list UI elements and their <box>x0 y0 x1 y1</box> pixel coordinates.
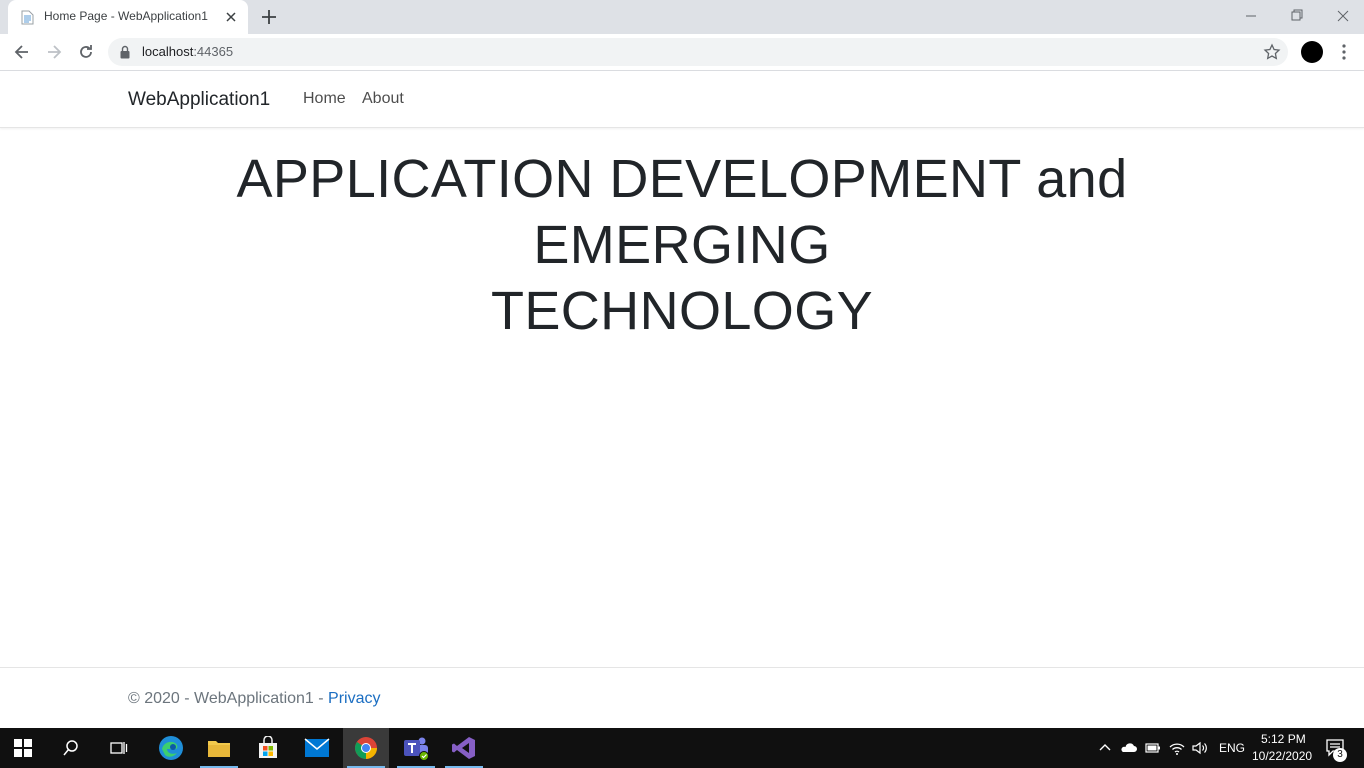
menu-icon[interactable] <box>1337 43 1351 61</box>
start-icon <box>14 739 32 757</box>
back-icon[interactable] <box>12 42 32 62</box>
url-port: :44365 <box>193 44 234 59</box>
footer-text: © 2020 - WebApplication1 - Privacy <box>128 690 381 708</box>
nav-home-link[interactable]: Home <box>303 90 346 108</box>
forward-icon[interactable] <box>44 42 64 62</box>
chevron-up-icon[interactable] <box>1096 739 1114 757</box>
edge-taskbar-item[interactable] <box>148 728 194 768</box>
visual-studio-taskbar-item[interactable] <box>441 728 487 768</box>
search-button[interactable] <box>48 728 94 768</box>
footer-copyright: © 2020 - WebApplication1 - <box>128 690 329 707</box>
close-tab-icon[interactable] <box>222 8 240 26</box>
start-button[interactable] <box>0 728 46 768</box>
privacy-link[interactable]: Privacy <box>328 690 380 707</box>
url-host: localhost <box>142 44 194 59</box>
nav-about-link[interactable]: About <box>362 90 404 108</box>
clock-time[interactable]: 5:12 PM <box>1261 732 1306 746</box>
hero-heading: APPLICATION DEVELOPMENT and EMERGING TEC… <box>100 146 1264 344</box>
file-explorer-icon <box>208 741 230 757</box>
document-icon <box>21 10 34 25</box>
store-taskbar-item[interactable] <box>245 728 291 768</box>
lock-icon[interactable] <box>120 45 130 59</box>
tab-title: Home Page - WebApplication1 <box>44 9 208 23</box>
site-footer: © 2020 - WebApplication1 - Privacy <box>0 667 1364 729</box>
task-view-icon <box>110 742 128 754</box>
windows-taskbar: ENG 5:12 PM 10/22/2020 3 <box>0 728 1364 768</box>
onedrive-icon[interactable] <box>1120 739 1138 757</box>
file-explorer-taskbar-item[interactable] <box>196 728 242 768</box>
restore-icon[interactable] <box>1286 6 1308 26</box>
search-icon <box>63 740 78 756</box>
wifi-icon[interactable] <box>1168 739 1186 757</box>
address-bar[interactable]: localhost:44365 <box>108 38 1288 66</box>
teams-taskbar-item[interactable] <box>393 728 439 768</box>
bookmark-star-icon[interactable] <box>1263 43 1281 61</box>
browser-tabstrip: Home Page - WebApplication1 <box>0 0 1364 34</box>
task-view-button[interactable] <box>96 728 142 768</box>
hero-line-2: TECHNOLOGY <box>490 281 874 341</box>
mail-icon <box>304 738 330 757</box>
url-text[interactable]: localhost:44365 <box>142 44 233 59</box>
language-indicator[interactable]: ENG <box>1219 741 1245 755</box>
battery-icon[interactable] <box>1144 739 1162 757</box>
hero-line-1: APPLICATION DEVELOPMENT and EMERGING <box>236 149 1128 275</box>
site-navbar: WebApplication1 Home About <box>0 71 1364 128</box>
reload-icon[interactable] <box>76 42 96 62</box>
chrome-icon <box>355 737 377 759</box>
clock-date[interactable]: 10/22/2020 <box>1252 749 1312 763</box>
browser-toolbar: localhost:44365 <box>0 34 1364 71</box>
site-brand[interactable]: WebApplication1 <box>128 89 270 111</box>
teams-icon <box>404 737 429 761</box>
notification-badge: 3 <box>1333 748 1347 762</box>
minimize-icon[interactable] <box>1240 6 1262 26</box>
store-icon <box>259 736 277 758</box>
mail-taskbar-item[interactable] <box>294 728 340 768</box>
visual-studio-icon <box>452 737 475 759</box>
close-window-icon[interactable] <box>1332 6 1354 26</box>
browser-tab[interactable]: Home Page - WebApplication1 <box>8 0 248 34</box>
new-tab-icon[interactable] <box>259 7 279 27</box>
volume-icon[interactable] <box>1191 739 1209 757</box>
edge-icon <box>159 736 183 760</box>
chrome-taskbar-item[interactable] <box>343 728 389 768</box>
profile-avatar[interactable] <box>1301 41 1323 63</box>
